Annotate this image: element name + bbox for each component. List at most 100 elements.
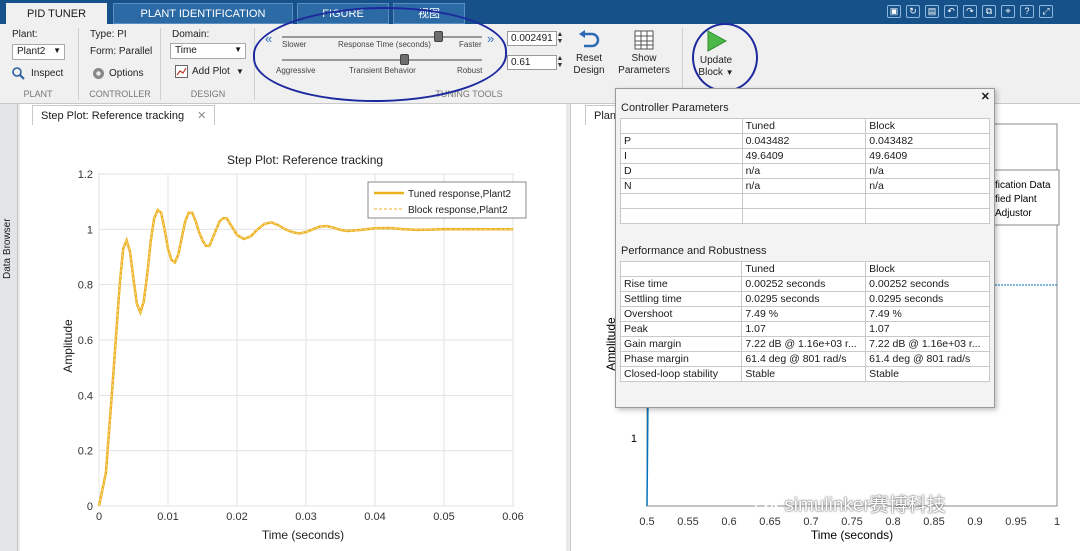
chart-title: Step Plot: Reference tracking <box>227 153 383 167</box>
legend-entry: fication Data <box>995 180 1051 191</box>
table-cell: 7.22 dB @ 1.16e+03 r... <box>865 336 990 352</box>
table-cell: 7.22 dB @ 1.16e+03 r... <box>741 336 867 352</box>
design-label: Design <box>573 65 605 76</box>
x-tick-label: 0.95 <box>1005 516 1026 528</box>
x-tick-label: 0.5 <box>639 516 654 528</box>
table-cell: Closed-loop stability <box>619 366 743 382</box>
table-cell: 0.0295 seconds <box>741 291 867 307</box>
table-cell: I <box>620 148 743 164</box>
annotation-ellipse <box>692 23 758 92</box>
x-axis-label: Time (seconds) <box>262 528 344 542</box>
divider <box>78 28 79 100</box>
spinner-icon[interactable]: ▲ ▼ <box>555 31 565 46</box>
gear-icon <box>93 68 104 79</box>
table-cell: 1.07 <box>741 321 867 337</box>
redo-icon[interactable]: ↷ <box>963 5 977 18</box>
x-tick-label: 0.85 <box>923 516 944 528</box>
table-cell <box>865 208 990 224</box>
table-row: Closed-loop stability Stable Stable <box>619 366 990 382</box>
table-row: Rise time 0.00252 seconds 0.00252 seconds <box>619 276 990 292</box>
y-tick-label: 0.4 <box>78 390 93 402</box>
add-plot-button[interactable]: Add Plot ▼ <box>175 64 247 80</box>
reset-design-button[interactable]: Reset Design <box>570 30 608 77</box>
inspect-button[interactable]: Inspect <box>12 66 72 82</box>
spinner-icon[interactable]: ▲ ▼ <box>555 55 565 70</box>
table-cell: n/a <box>741 178 867 194</box>
options-label: Options <box>109 68 144 79</box>
table-icon <box>634 30 654 50</box>
magnifier-icon <box>12 67 25 80</box>
domain-dropdown[interactable]: Time ▼ <box>170 43 246 59</box>
options-button[interactable]: Options <box>92 66 152 82</box>
table-cell: Settling time <box>619 291 743 307</box>
undo-icon[interactable]: ↶ <box>944 5 958 18</box>
legend-entry: fied Plant <box>995 194 1037 205</box>
chevron-down-icon: ▼ <box>236 67 244 76</box>
y-axis-label: Amplitude <box>61 319 75 373</box>
x-tick-label: 0 <box>96 511 102 523</box>
table-cell: 0.00252 seconds <box>865 276 990 292</box>
table-row: Overshoot 7.49 % 7.49 % <box>619 306 990 322</box>
table-cell: n/a <box>865 178 990 194</box>
y-tick-label: 1 <box>631 433 637 445</box>
table-cell <box>741 208 867 224</box>
controller-type: Type: PI <box>90 29 127 40</box>
table-cell: Tuned <box>741 118 867 134</box>
performance-table: Tuned Block Rise time 0.00252 seconds 0.0025… <box>619 261 990 382</box>
show-label: Show <box>631 53 657 64</box>
table-cell <box>865 193 990 209</box>
table-row: P 0.043482 0.043482 <box>620 133 990 149</box>
plant-section-label: PLANT <box>23 89 53 99</box>
x-tick-label: 0.01 <box>157 511 178 523</box>
chevron-down-icon: ▼ <box>234 45 242 54</box>
plot-icon <box>175 65 188 78</box>
y-tick-label: 1 <box>87 224 93 236</box>
table-cell: 61.4 deg @ 801 rad/s <box>741 351 867 367</box>
wechat-logo-icon <box>755 497 779 515</box>
table-cell: Stable <box>865 366 990 382</box>
transient-field[interactable]: 0.61 <box>507 55 557 70</box>
x-tick-label: 0.55 <box>677 516 698 528</box>
table-row: I 49.6409 49.6409 <box>620 148 990 164</box>
print-icon[interactable]: ▤ <box>925 5 939 18</box>
copy-icon[interactable]: ⧉ <box>982 5 996 18</box>
pin-icon[interactable]: ⌖ <box>1001 5 1015 18</box>
table-cell: 49.6409 <box>741 148 867 164</box>
tab-pid-tuner[interactable]: PID TUNER <box>6 3 107 24</box>
table-cell: P <box>620 133 743 149</box>
x-tick-label: 0.9 <box>967 516 982 528</box>
plot-elements: 0 0.01 0.02 0.03 0.04 0.05 0.06 0 0.2 0.4 0.6 0.8 1 1… <box>78 169 527 523</box>
table-cell: Phase margin <box>619 351 743 367</box>
close-icon[interactable]: ✕ <box>981 90 990 103</box>
save-icon[interactable]: ▣ <box>887 5 901 18</box>
plant-dropdown[interactable]: Plant2 ▼ <box>12 44 65 60</box>
x-tick-label: 0.7 <box>803 516 818 528</box>
controller-section-label: CONTROLLER <box>89 89 151 99</box>
table-cell: n/a <box>865 163 990 179</box>
table-row: Dn/a n/a <box>620 163 990 179</box>
table-cell: 1.07 <box>865 321 990 337</box>
add-plot-label: Add Plot <box>192 66 230 77</box>
table-cell: Peak <box>619 321 743 337</box>
show-parameters-button[interactable]: Show Parameters <box>616 30 672 77</box>
response-time-field[interactable]: 0.002491 <box>507 31 557 46</box>
table-cell: 49.6409 <box>865 148 990 164</box>
expand-icon[interactable]: ⤢ <box>1039 5 1053 18</box>
table-cell: Overshoot <box>619 306 743 322</box>
table-header-row: Tuned Block <box>620 118 990 134</box>
table-cell: Gain margin <box>619 336 743 352</box>
divider <box>160 28 161 100</box>
x-tick-label: 0.05 <box>433 511 454 523</box>
help-icon[interactable]: ? <box>1020 5 1034 18</box>
table-cell: Stable <box>741 366 867 382</box>
table-cell <box>620 118 743 134</box>
tab-plant-identification[interactable]: PLANT IDENTIFICATION <box>113 3 293 24</box>
y-tick-label: 1.2 <box>78 169 93 181</box>
refresh-icon[interactable]: ↻ <box>906 5 920 18</box>
performance-title: Performance and Robustness <box>621 245 767 257</box>
step-plot-chart[interactable]: 0 0.01 0.02 0.03 0.04 0.05 0.06 0 0.2 0.4 0.6 0.8 1 1… <box>20 104 566 551</box>
table-cell <box>620 193 743 209</box>
table-row: Peak 1.07 1.07 <box>619 321 990 337</box>
data-browser-dock[interactable]: Data Browser <box>0 104 18 551</box>
table-row: Gain margin 7.22 dB @ 1.16e+03 r... 7.22 d… <box>619 336 990 352</box>
